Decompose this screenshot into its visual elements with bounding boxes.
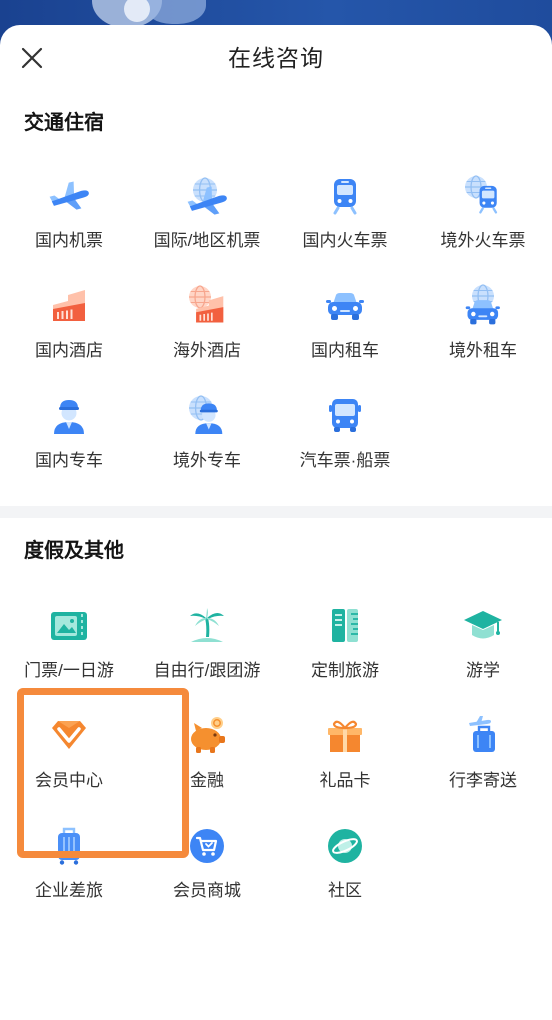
menu-item-hotel[interactable]: 国内酒店: [0, 276, 138, 386]
menu-item-label: 国内租车: [311, 341, 379, 360]
section-title-vacation: 度假及其他: [24, 540, 124, 562]
sheet-header: 在线咨询: [0, 25, 552, 92]
menu-item-vip-diamond[interactable]: 会员中心: [0, 706, 138, 816]
menu-item-globe-train[interactable]: 境外火车票: [414, 166, 552, 276]
gift-box-icon: [323, 714, 367, 758]
menu-item-globe-chauffeur[interactable]: 境外专车: [138, 386, 276, 496]
menu-item-label: 自由行/跟团游: [153, 661, 261, 680]
community-planet-icon: [323, 824, 367, 868]
menu-item-globe-airplane[interactable]: 国际/地区机票: [138, 166, 276, 276]
menu-item-label: 汽车票·船票: [299, 451, 391, 470]
menu-item-label: 境外专车: [173, 451, 241, 470]
menu-item-bus[interactable]: 汽车票·船票: [276, 386, 414, 496]
graduation-cap-icon: [461, 604, 505, 648]
menu-item-label: 企业差旅: [35, 881, 103, 900]
custom-tour-icon: [323, 604, 367, 648]
menu-item-globe-hotel[interactable]: 海外酒店: [138, 276, 276, 386]
menu-item-ticket[interactable]: 门票/一日游: [0, 596, 138, 706]
palm-tree-icon: [185, 604, 229, 648]
vip-diamond-icon: [47, 714, 91, 758]
chauffeur-icon: [47, 394, 91, 438]
menu-item-label: 社区: [328, 881, 362, 900]
menu-item-shopping-cart[interactable]: 会员商城: [138, 816, 276, 926]
menu-item-globe-car[interactable]: 境外租车: [414, 276, 552, 386]
piggy-bank-icon: [185, 714, 229, 758]
globe-train-icon: [461, 174, 505, 218]
menu-item-label: 国际/地区机票: [153, 231, 261, 250]
menu-item-label: 会员商城: [173, 881, 241, 900]
train-icon: [323, 174, 367, 218]
menu-item-label: 门票/一日游: [24, 661, 114, 680]
globe-car-icon: [461, 284, 505, 328]
globe-hotel-icon: [185, 284, 229, 328]
menu-item-label: 国内酒店: [35, 341, 103, 360]
menu-item-label: 海外酒店: [173, 341, 241, 360]
menu-item-gift-box[interactable]: 礼品卡: [276, 706, 414, 816]
menu-item-luggage-delivery[interactable]: 行李寄送: [414, 706, 552, 816]
menu-item-label: 国内机票: [35, 231, 103, 250]
section-title-transport: 交通住宿: [24, 112, 104, 134]
close-button[interactable]: [21, 47, 43, 69]
globe-airplane-icon: [185, 174, 229, 218]
business-suitcase-icon: [47, 824, 91, 868]
page-title: 在线咨询: [228, 45, 324, 71]
menu-item-label: 境外火车票: [440, 231, 526, 250]
airplane-icon: [47, 174, 91, 218]
banner-illustration: [84, 0, 214, 28]
menu-item-business-suitcase[interactable]: 企业差旅: [0, 816, 138, 926]
luggage-delivery-icon: [461, 714, 505, 758]
globe-chauffeur-icon: [185, 394, 229, 438]
service-grid-vacation: 门票/一日游 自由行/跟团游 定制旅游 游学会员中心 金融 礼品卡 行李寄送企业差旅 会员商城…: [0, 596, 552, 926]
menu-item-palm-tree[interactable]: 自由行/跟团游: [138, 596, 276, 706]
ticket-icon: [47, 604, 91, 648]
menu-item-label: 礼品卡: [319, 771, 371, 790]
car-icon: [323, 284, 367, 328]
menu-item-label: 会员中心: [35, 771, 103, 790]
service-grid-transport: 国内机票 国际/地区机票 国内火车票 境外火车票国内酒店 海外酒店 国内租车 境外租车国内专…: [0, 166, 552, 496]
hotel-icon: [47, 284, 91, 328]
menu-item-label: 游学: [466, 661, 500, 680]
menu-item-graduation-cap[interactable]: 游学: [414, 596, 552, 706]
consultation-sheet: 在线咨询 交通住宿 国内机票 国际/地区机票 国内火车票 境外火车票 国内酒店 海外酒店国…: [0, 25, 552, 1020]
menu-item-car[interactable]: 国内租车: [276, 276, 414, 386]
section-divider: [0, 506, 552, 518]
menu-item-label: 境外租车: [449, 341, 517, 360]
menu-item-custom-tour[interactable]: 定制旅游: [276, 596, 414, 706]
shopping-cart-icon: [185, 824, 229, 868]
menu-item-label: 定制旅游: [311, 661, 379, 680]
menu-item-label: 国内火车票: [302, 231, 388, 250]
menu-item-piggy-bank[interactable]: 金融: [138, 706, 276, 816]
menu-item-community-planet[interactable]: 社区: [276, 816, 414, 926]
menu-item-chauffeur[interactable]: 国内专车: [0, 386, 138, 496]
menu-item-label: 国内专车: [35, 451, 103, 470]
menu-item-train[interactable]: 国内火车票: [276, 166, 414, 276]
bus-icon: [323, 394, 367, 438]
menu-item-airplane[interactable]: 国内机票: [0, 166, 138, 276]
menu-item-label: 行李寄送: [449, 771, 517, 790]
close-icon: [21, 47, 43, 69]
menu-item-label: 金融: [190, 771, 224, 790]
